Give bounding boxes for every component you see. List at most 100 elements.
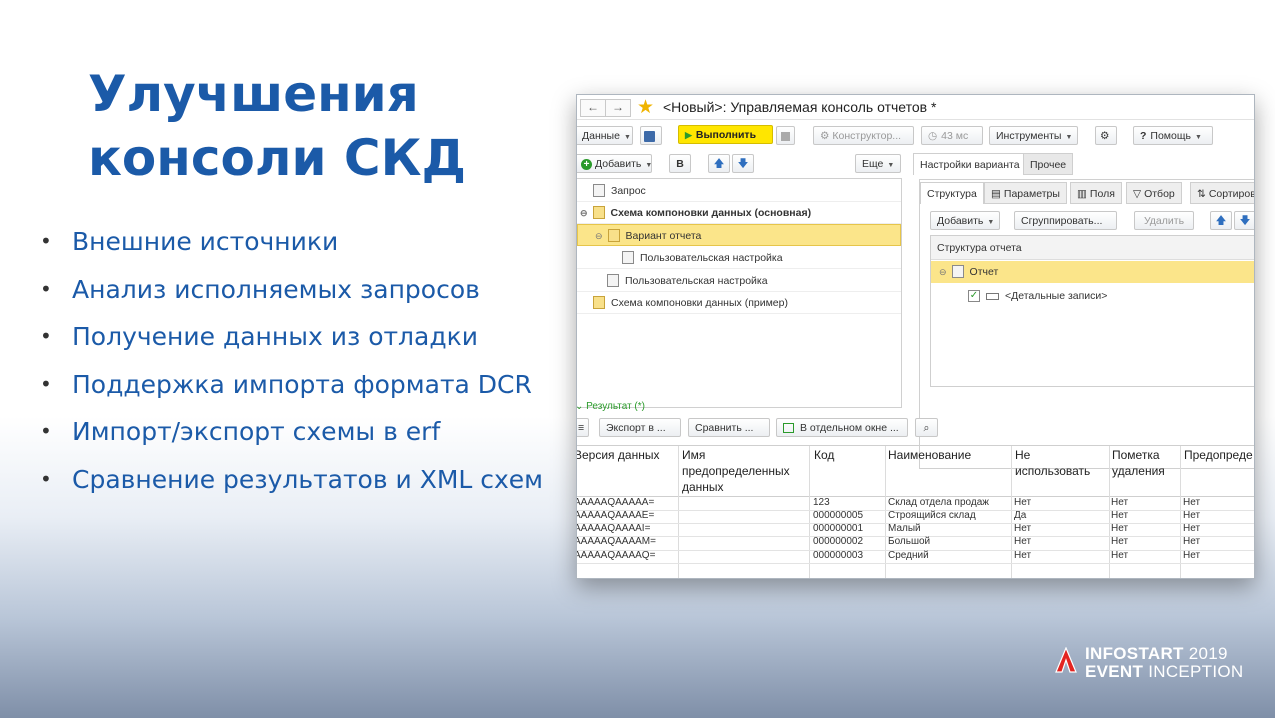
- cell-code: 000000003: [813, 550, 864, 561]
- export-button[interactable]: Экспорт в ...: [599, 418, 681, 437]
- cell-deleted: Нет: [1111, 510, 1129, 521]
- stop-button[interactable]: [776, 126, 795, 145]
- tree-item[interactable]: ⊖ Схема компоновки данных (основная): [577, 202, 901, 224]
- bullet-list: • Внешние источники • Анализ исполняемых з…: [40, 218, 560, 503]
- tree-item[interactable]: Пользовательская настройка: [577, 270, 901, 292]
- column-header[interactable]: Имя предопределенных данных: [682, 447, 807, 495]
- cell-predefined: Нет: [1183, 550, 1201, 561]
- logo-year: 2019: [1188, 644, 1228, 663]
- schema-icon: [592, 205, 605, 219]
- result-label: ⌄ Результат (*): [576, 401, 645, 412]
- separate-window-button[interactable]: В отдельном окне ...: [776, 418, 908, 437]
- cell-name: Большой: [888, 536, 931, 547]
- col-divider: [809, 446, 810, 578]
- favorite-star-icon[interactable]: ★: [637, 96, 654, 119]
- cell-name: Средний: [888, 550, 929, 561]
- more-menu-button[interactable]: Еще ▼: [855, 154, 901, 173]
- settings-button[interactable]: ⚙: [1095, 126, 1117, 145]
- collapse-icon: ⊖: [595, 231, 603, 241]
- chevron-down-icon: ▼: [1065, 134, 1073, 141]
- chevron-down-icon: ▼: [645, 162, 653, 169]
- col-divider: [1180, 446, 1181, 578]
- column-header[interactable]: Не использовать: [1015, 447, 1107, 479]
- tab-variant-settings[interactable]: Настройки варианта: [913, 153, 1027, 175]
- b-button[interactable]: В: [669, 154, 691, 173]
- structure-down-button[interactable]: 🡇: [1234, 211, 1254, 230]
- structure-detail-row[interactable]: ✓ <Детальные записи>: [931, 285, 1254, 307]
- data-menu-button[interactable]: Данные ▼: [577, 126, 633, 145]
- tree-item[interactable]: Схема компоновки данных (пример): [577, 292, 901, 314]
- chevron-down-icon: ▼: [887, 162, 895, 169]
- tools-menu-button[interactable]: Инструменты ▼: [989, 126, 1078, 145]
- column-header[interactable]: Код: [814, 447, 882, 463]
- gear-icon: ⚙: [1100, 130, 1110, 142]
- move-up-button[interactable]: 🡅: [708, 154, 730, 173]
- structure-up-button[interactable]: 🡅: [1210, 211, 1232, 230]
- subtab-filter[interactable]: ▽ Отбор: [1126, 182, 1182, 204]
- back-button[interactable]: ←: [580, 99, 606, 117]
- subtab-sort[interactable]: ⇅ Сортиров: [1190, 182, 1254, 204]
- tree-item[interactable]: Пользовательская настройка: [577, 247, 901, 269]
- variant-icon: [607, 228, 620, 242]
- subtab-fields[interactable]: ▥ Поля: [1070, 182, 1122, 204]
- bullet-item: • Импорт/экспорт схемы в erf: [40, 408, 560, 456]
- column-header[interactable]: Версия данных: [577, 447, 674, 463]
- user-setting-icon: [607, 273, 619, 287]
- constructor-icon: ⚙: [820, 130, 830, 142]
- fields-icon: ▥: [1077, 188, 1087, 200]
- column-header[interactable]: Предопреде: [1184, 447, 1254, 463]
- save-button[interactable]: [640, 126, 662, 145]
- search-button[interactable]: ⌕: [915, 418, 938, 437]
- compare-button[interactable]: Сравнить ...: [688, 418, 770, 437]
- tab-other[interactable]: Прочее: [1023, 153, 1074, 175]
- subtab-structure[interactable]: Структура: [920, 182, 984, 204]
- save-icon: [644, 130, 655, 142]
- tree-item[interactable]: Запрос: [577, 180, 901, 202]
- cell-predefined: Нет: [1183, 523, 1201, 534]
- arrow-up-icon: 🡅: [1215, 215, 1227, 227]
- title-line-2: консоли СКД: [88, 129, 466, 187]
- cell-not-used: Нет: [1014, 497, 1032, 508]
- user-setting-icon: [622, 250, 634, 264]
- move-down-button[interactable]: 🡇: [732, 154, 754, 173]
- subtab-parameters[interactable]: ▤ Параметры: [984, 182, 1067, 204]
- app-window: ← → ★ <Новый>: Управляемая консоль отчет…: [576, 94, 1255, 579]
- stop-icon: [781, 131, 790, 141]
- structure-add-button[interactable]: Добавить ▼: [930, 211, 1000, 230]
- cell-not-used: Нет: [1014, 523, 1032, 534]
- checkbox-checked-icon[interactable]: ✓: [968, 290, 980, 303]
- run-button[interactable]: ▶ Выполнить: [678, 125, 773, 144]
- tree-item-selected[interactable]: ⊖ Вариант отчета: [577, 224, 901, 246]
- query-icon: [593, 183, 605, 197]
- cell-predefined: Нет: [1183, 536, 1201, 547]
- window-title: <Новый>: Управляемая консоль отчетов *: [663, 99, 937, 115]
- cell-version: AAAAAQAAAAI=: [576, 523, 651, 534]
- bullet-item: • Анализ исполняемых запросов: [40, 266, 560, 314]
- bullet-dot: •: [40, 276, 52, 301]
- column-header[interactable]: Наименование: [888, 447, 1008, 463]
- cell-code: 000000001: [813, 523, 864, 534]
- result-menu-button[interactable]: ≡: [577, 418, 589, 437]
- constructor-button[interactable]: ⚙ Конструктор...: [813, 126, 914, 145]
- variant-settings-panel: Структура ▤ Параметры ▥ Поля ▽ Отбор ⇅ Сорти…: [919, 179, 1254, 469]
- tree-add-button[interactable]: + Добавить ▼: [577, 154, 653, 173]
- cell-version: AAAAAQAAAAM=: [576, 536, 656, 547]
- group-button[interactable]: Сгруппировать...: [1014, 211, 1117, 230]
- forward-button[interactable]: →: [605, 99, 631, 117]
- play-icon: ▶: [685, 130, 692, 140]
- add-icon: +: [581, 159, 592, 170]
- delete-button[interactable]: Удалить: [1134, 211, 1194, 230]
- bullet-dot: •: [40, 229, 52, 253]
- search-icon: ⌕: [923, 422, 930, 434]
- cell-deleted: Нет: [1111, 523, 1129, 534]
- logo-inception: INCEPTION: [1148, 662, 1244, 681]
- window-icon: [783, 423, 794, 434]
- help-menu-button[interactable]: ? Помощь ▼: [1133, 126, 1213, 145]
- collapse-icon: ⊖: [580, 208, 588, 218]
- bullet-dot: •: [40, 371, 52, 396]
- structure-report-row[interactable]: ⊖ Отчет: [931, 261, 1254, 283]
- cell-predefined: Нет: [1183, 497, 1201, 508]
- infostart-logo-icon: [1055, 647, 1077, 673]
- column-header[interactable]: Пометка удаления: [1112, 447, 1178, 479]
- arrow-down-icon: 🡇: [737, 158, 749, 170]
